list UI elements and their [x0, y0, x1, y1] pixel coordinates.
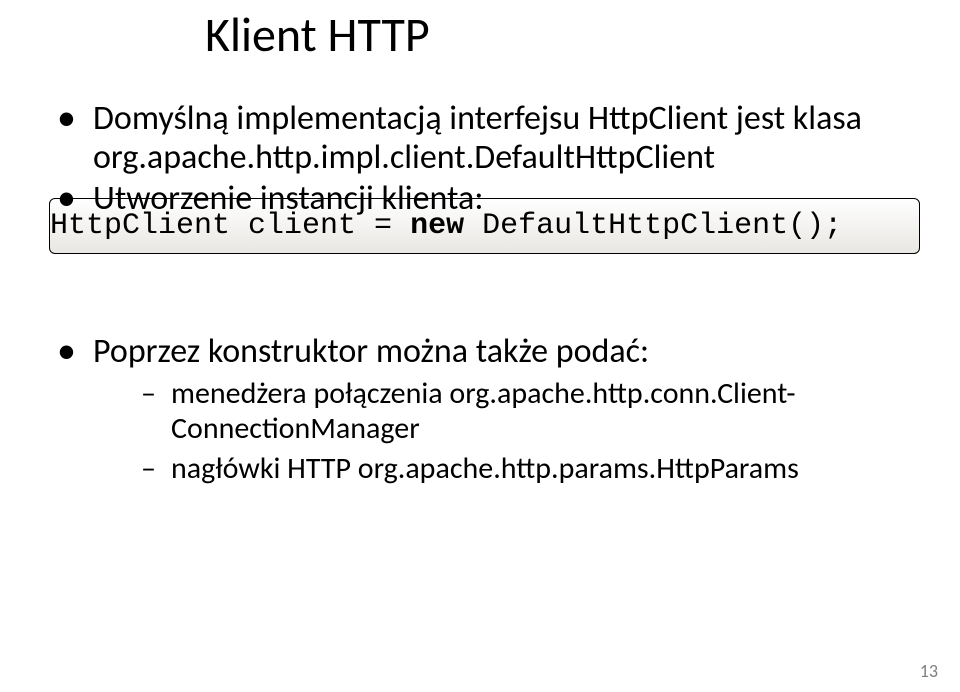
page-number: 13: [920, 660, 938, 682]
sub-item: menedżera połączenia org.apache.http.con…: [141, 377, 905, 446]
bullet-list-1: Domyślną implementacją interfejsu HttpCl…: [55, 99, 905, 218]
bullet-text: Poprzez konstruktor można także podać:: [93, 331, 649, 372]
bullet-item: Domyślną implementacją interfejsu HttpCl…: [55, 99, 905, 177]
second-block: Poprzez konstruktor można także podać: m…: [55, 254, 905, 487]
bullet-item: Poprzez konstruktor można także podać: m…: [55, 332, 905, 487]
bullet-list-2: Poprzez konstruktor można także podać: m…: [55, 332, 905, 487]
sub-item: nagłówki HTTP org.apache.http.params.Htt…: [141, 452, 905, 487]
slide-title: Klient HTTP: [55, 0, 905, 64]
bullet-item: Utworzenie instancji klienta:: [55, 179, 905, 218]
slide: Klient HTTP Domyślną implementacją inter…: [0, 0, 960, 692]
content-area: Domyślną implementacją interfejsu HttpCl…: [55, 64, 905, 487]
sub-list: menedżera połączenia org.apache.http.con…: [93, 371, 905, 487]
